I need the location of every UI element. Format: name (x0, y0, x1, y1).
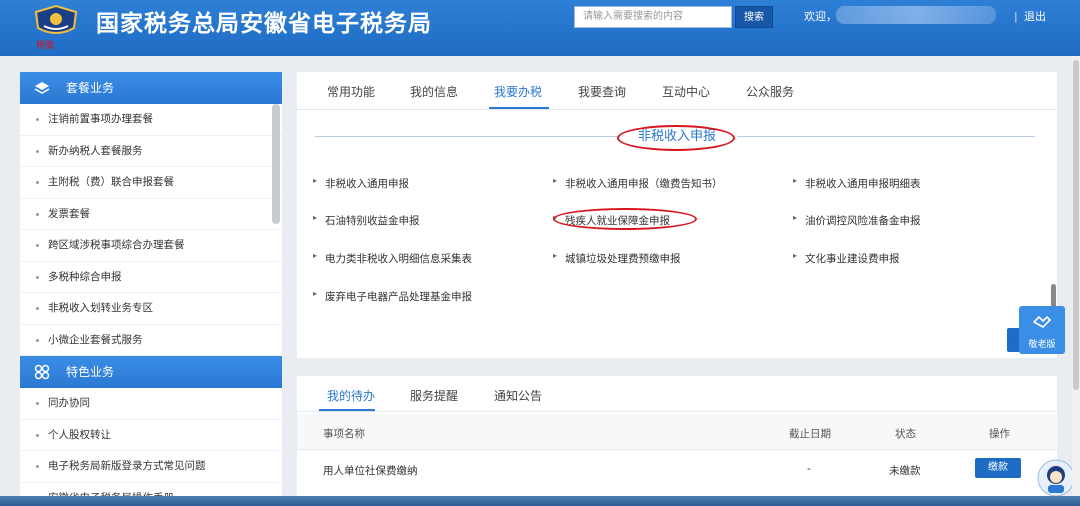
tab-query[interactable]: 我要查询 (578, 83, 626, 100)
red-highlight-oval (553, 208, 697, 230)
tab-common[interactable]: 常用功能 (327, 83, 375, 100)
row-item-name: 用人单位社保费缴纳 (323, 465, 418, 477)
sidebar-group-special[interactable]: 特色业务 (20, 356, 282, 388)
todo-panel: 我的待办 服务提醒 通知公告 事项名称 截止日期 状态 操作 用人单位社保费缴纳… (297, 376, 1057, 506)
todo-table-header: 事项名称 截止日期 状态 操作 (297, 414, 1057, 450)
handshake-icon (1033, 316, 1051, 328)
column-action: 操作 (989, 428, 1010, 440)
tab-my-todo[interactable]: 我的待办 (327, 387, 375, 404)
float-tab-edge[interactable] (1007, 328, 1019, 352)
link-garbage-fee[interactable]: 城镇垃圾处理费预缴申报 (553, 251, 681, 266)
search-input[interactable]: 请输入需要搜索的内容 (574, 6, 732, 28)
link-power-nontax[interactable]: 电力类非税收入明细信息采集表 (313, 251, 472, 266)
os-taskbar (0, 496, 1080, 506)
sidebar-scrollbar[interactable] (272, 104, 280, 224)
top-header: 税徽 国家税务总局安徽省电子税务局 请输入需要搜索的内容 搜索 欢迎， | 退出 (0, 0, 1080, 56)
blurred-username (836, 6, 996, 24)
sidebar-item[interactable]: 小微企业套餐式服务 (20, 325, 282, 356)
assistant-mascot-icon[interactable] (1036, 458, 1076, 498)
tab-service-reminder[interactable]: 服务提醒 (410, 387, 458, 404)
link-ewaste-fund[interactable]: 废弃电子电器产品处理基金申报 (313, 289, 472, 304)
table-row: 用人单位社保费缴纳 - 未缴款 缴款 (297, 454, 1057, 484)
link-oil-price-reserve[interactable]: 油价调控风险准备金申报 (793, 213, 921, 228)
sidebar-item[interactable]: 发票套餐 (20, 199, 282, 230)
row-deadline: - (807, 463, 811, 475)
sidebar-group-label: 特色业务 (66, 365, 115, 379)
column-deadline: 截止日期 (789, 428, 831, 440)
sidebar-item[interactable]: 电子税务局新版登录方式常见问题 (20, 451, 282, 483)
sidebar: 套餐业务 注销前置事项办理套餐 新办纳税人套餐服务 主附税（费）联合申报套餐 发… (20, 72, 282, 506)
sidebar-item[interactable]: 主附税（费）联合申报套餐 (20, 167, 282, 199)
sidebar-group-label: 套餐业务 (66, 81, 115, 95)
logout-link[interactable]: 退出 (1024, 8, 1046, 24)
active-tab-underline (319, 409, 375, 411)
link-oil-revenue[interactable]: 石油特别收益金申报 (313, 213, 420, 228)
tab-do-tax[interactable]: 我要办税 (494, 83, 542, 100)
link-nontax-detail[interactable]: 非税收入通用申报明细表 (793, 176, 921, 191)
column-status: 状态 (895, 428, 916, 440)
sidebar-item[interactable]: 非税收入划转业务专区 (20, 293, 282, 325)
elder-mode-label: 敬老版 (1028, 340, 1056, 350)
search-button[interactable]: 搜索 (735, 6, 773, 28)
sidebar-item[interactable]: 同办协同 (20, 388, 282, 420)
welcome-text: 欢迎， (804, 10, 837, 23)
site-title: 国家税务总局安徽省电子税务局 (96, 11, 432, 37)
row-status: 未缴款 (889, 465, 921, 477)
link-nontax-general[interactable]: 非税收入通用申报 (313, 176, 409, 191)
svg-text:税徽: 税徽 (36, 39, 54, 50)
active-tab-underline (489, 107, 549, 109)
page-scrollbar-thumb[interactable] (1073, 60, 1079, 390)
main-tabs: 常用功能 我的信息 我要办税 我要查询 互动中心 公众服务 (297, 72, 1057, 110)
link-nontax-general-notice[interactable]: 非税收入通用申报（缴费告知书） (553, 176, 723, 191)
sidebar-item[interactable]: 多税种综合申报 (20, 262, 282, 293)
tab-interaction[interactable]: 互动中心 (662, 83, 710, 100)
pay-button[interactable]: 缴款 (975, 458, 1021, 478)
sidebar-item[interactable]: 跨区域涉税事项综合办理套餐 (20, 230, 282, 262)
function-panel: 常用功能 我的信息 我要办税 我要查询 互动中心 公众服务 非税收入申报 非税收… (297, 72, 1057, 358)
grid-icon (34, 364, 50, 380)
sidebar-item[interactable]: 个人股权转让 (20, 420, 282, 451)
link-culture-fee[interactable]: 文化事业建设费申报 (793, 251, 900, 266)
tab-public-service[interactable]: 公众服务 (746, 83, 794, 100)
tax-bureau-emblem-icon: 税徽 (34, 4, 78, 50)
sidebar-group-package[interactable]: 套餐业务 (20, 72, 282, 104)
tab-notice[interactable]: 通知公告 (494, 387, 542, 404)
elder-mode-button[interactable]: 敬老版 (1019, 306, 1065, 354)
layers-icon (34, 82, 50, 94)
sidebar-item[interactable]: 新办纳税人套餐服务 (20, 136, 282, 167)
tab-my-info[interactable]: 我的信息 (410, 83, 458, 100)
header-divider: | (1014, 10, 1018, 23)
todo-tabs: 我的待办 服务提醒 通知公告 (297, 376, 1057, 412)
column-item-name: 事项名称 (323, 428, 365, 440)
red-highlight-oval (617, 125, 735, 151)
sidebar-item[interactable]: 注销前置事项办理套餐 (20, 104, 282, 136)
